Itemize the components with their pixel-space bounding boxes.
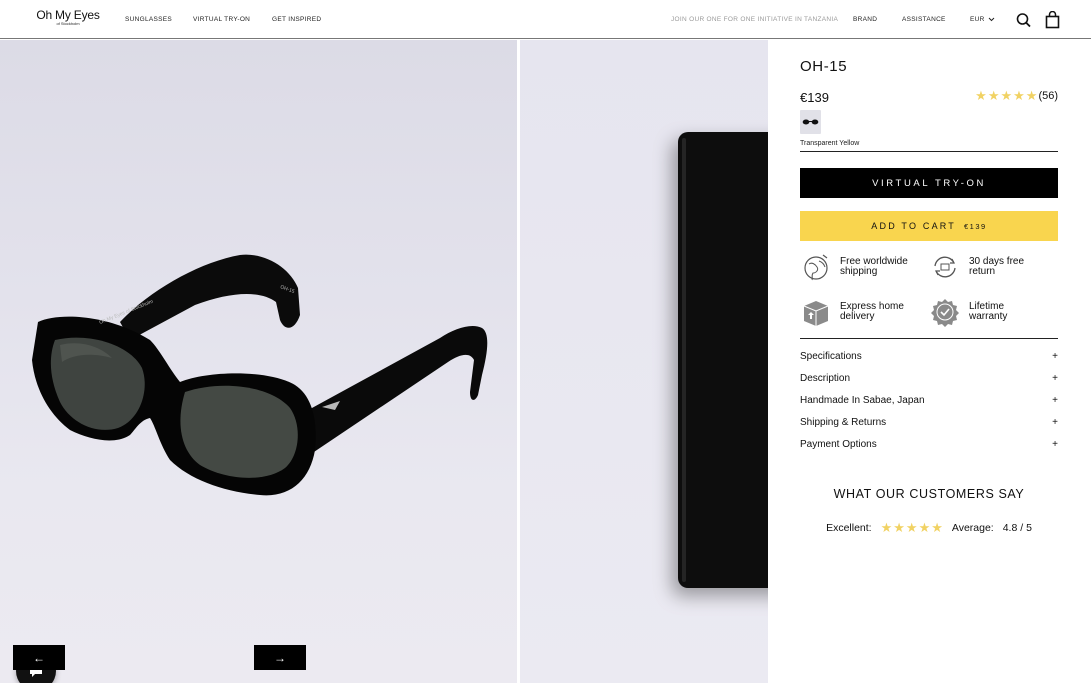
accordion-payment-options[interactable]: Payment Options +: [800, 439, 1058, 450]
review-stars: ★ ★ ★ ★ ★: [881, 521, 943, 534]
nav-get-inspired[interactable]: GET INSPIRED: [272, 16, 321, 23]
return-icon: [934, 256, 956, 278]
star-icon: ★: [931, 520, 943, 535]
star-icon: ★: [1025, 88, 1038, 103]
star-icon: ★: [893, 520, 905, 535]
accordion-label: Specifications: [800, 351, 862, 362]
add-to-cart-label: ADD TO CART: [871, 221, 957, 231]
accordion-description[interactable]: Description +: [800, 373, 1058, 384]
add-to-cart-button[interactable]: ADD TO CART €139: [800, 211, 1058, 241]
accordion-shipping-returns[interactable]: Shipping & Returns +: [800, 417, 1058, 428]
currency-label: EUR: [970, 16, 985, 23]
star-icon: ★: [1013, 88, 1025, 103]
plus-icon: +: [1052, 351, 1058, 362]
star-icon: ★: [905, 520, 918, 535]
star-icon: ★: [1000, 88, 1013, 103]
accordion-label: Shipping & Returns: [800, 417, 887, 428]
feature-shipping: Free worldwide shipping: [801, 252, 908, 282]
sunglasses-image: Oh My Eyes of Stockholm OH-15: [32, 254, 488, 496]
nav-virtual-try-on[interactable]: VIRTUAL TRY-ON: [193, 16, 250, 23]
feature-warranty: Lifetime warranty: [930, 297, 1007, 327]
arrow-right-icon: →: [274, 650, 286, 665]
divider: [800, 338, 1058, 339]
divider: [800, 151, 1058, 152]
average-label: Average:: [951, 521, 994, 534]
accordion-label: Handmade In Sabae, Japan: [800, 395, 925, 406]
product-title: OH-15: [800, 58, 848, 75]
accordion-label: Payment Options: [800, 439, 877, 450]
add-to-cart-price: €139: [964, 221, 987, 231]
feature-line2: return: [969, 266, 996, 277]
accordion-specifications[interactable]: Specifications +: [800, 351, 1058, 362]
rating-count: (56): [1038, 89, 1058, 102]
currency-selector[interactable]: EUR: [970, 16, 995, 23]
star-icon: ★: [975, 88, 987, 103]
excellent-label: Excellent:: [826, 521, 872, 534]
feature-line2: delivery: [840, 311, 875, 322]
feature-line2: shipping: [840, 266, 878, 277]
color-swatch[interactable]: [800, 110, 821, 134]
bag-icon[interactable]: [1045, 10, 1061, 29]
feature-return: 30 days free return: [930, 252, 1024, 282]
reviews-title: WHAT OUR CUSTOMERS SAY: [833, 487, 1025, 501]
gallery-prev-button[interactable]: ←: [13, 645, 65, 670]
product-image-main[interactable]: Oh My Eyes of Stockholm OH-15: [0, 40, 517, 683]
star-icon: ★: [880, 520, 893, 535]
plus-icon: +: [1052, 439, 1058, 450]
chevron-down-icon: [988, 17, 994, 22]
color-name: Transparent Yellow: [800, 140, 860, 147]
badge-check-icon: [931, 299, 959, 327]
star-icon: ★: [918, 520, 931, 535]
accordion-handmade[interactable]: Handmade In Sabae, Japan +: [800, 395, 1058, 406]
glasses-case-image: [678, 132, 768, 588]
reviews-summary[interactable]: Excellent: ★ ★ ★ ★ ★ Average: 4.8 / 5: [800, 521, 1058, 534]
sunglasses-thumb-icon: [802, 119, 819, 125]
product-image-secondary[interactable]: [520, 40, 768, 683]
feature-delivery: Express home delivery: [801, 297, 904, 327]
product-price: €139: [800, 90, 829, 105]
logo-main-text: Oh My Eyes: [36, 8, 100, 22]
plus-icon: +: [1052, 373, 1058, 384]
case-edge: [682, 138, 686, 582]
average-value: 4.8 / 5: [1002, 521, 1032, 534]
virtual-try-on-button[interactable]: VIRTUAL TRY-ON: [800, 168, 1058, 198]
promo-link[interactable]: JOIN OUR ONE FOR ONE INITIATIVE IN TANZA…: [671, 16, 838, 23]
plus-icon: +: [1052, 417, 1058, 428]
plus-icon: +: [1052, 395, 1058, 406]
product-panel: OH-15 €139 ★ ★ ★ ★ ★ (56) Transparent Ye…: [768, 40, 1091, 683]
gallery-next-button[interactable]: →: [254, 645, 306, 670]
arrow-left-icon: ←: [33, 650, 45, 665]
nav-brand[interactable]: BRAND: [853, 16, 877, 23]
accordion-label: Description: [800, 373, 851, 384]
product-rating[interactable]: ★ ★ ★ ★ ★ (56): [975, 89, 1058, 102]
nav-assistance[interactable]: ASSISTANCE: [902, 16, 946, 23]
box-icon: [803, 301, 829, 326]
site-header: Oh My Eyes of Stockholm SUNGLASSES VIRTU…: [0, 0, 1091, 39]
logo[interactable]: Oh My Eyes of Stockholm: [33, 8, 103, 26]
nav-sunglasses[interactable]: SUNGLASSES: [125, 16, 172, 23]
search-icon[interactable]: [1016, 11, 1032, 29]
feature-line2: warranty: [969, 311, 1008, 322]
globe-icon: [804, 254, 828, 281]
star-icon: ★: [987, 88, 1000, 103]
